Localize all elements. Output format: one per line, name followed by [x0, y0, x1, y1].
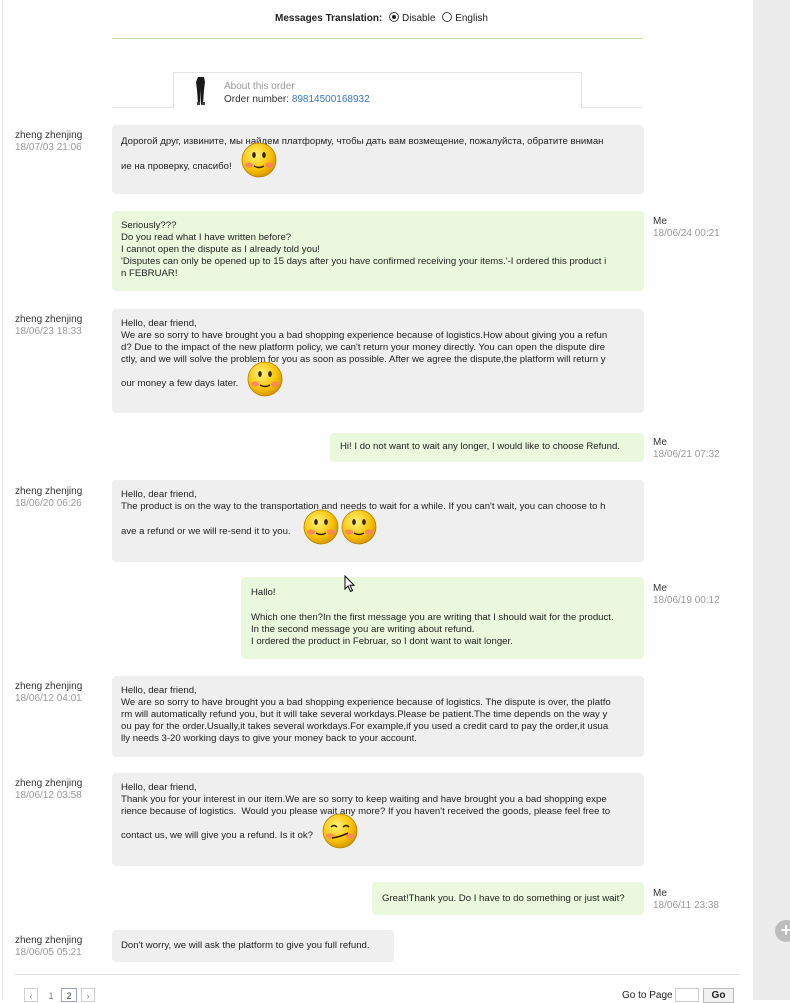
sender-name: Me — [653, 216, 667, 227]
message-timestamp: 18/07/03 21:06 — [15, 142, 82, 153]
message-text-line: Hello, dear friend, — [121, 782, 197, 793]
sender-name: zheng zhenjing — [15, 130, 83, 141]
message-text-line: lly needs 3-20 working days to give your… — [121, 733, 417, 744]
message-bubble-incoming: Hello, dear friend, We are so sorry to ha… — [112, 676, 644, 757]
message-sender-outgoing: Me 18/06/11 23:38 — [653, 888, 719, 912]
message-text-line: n FEBRUAR! — [121, 268, 178, 279]
option-disable-label[interactable]: Disable — [402, 13, 435, 24]
message-timestamp: 18/06/20 06:26 — [15, 498, 82, 509]
sender-name: zheng zhenjing — [15, 486, 83, 497]
smiley-emoji-icon — [322, 813, 358, 849]
message-timestamp: 18/06/11 23:38 — [653, 900, 719, 911]
message-text-line: Do you read what I have written before? — [121, 232, 292, 243]
message-timestamp: 18/06/23 18:33 — [15, 326, 82, 337]
smiley-emoji-icon — [247, 361, 283, 397]
message-text-line: Hallo! — [251, 587, 276, 598]
message-bubble-incoming: Hello, dear friend, We are so sorry to ha… — [112, 309, 644, 413]
message-bubble-outgoing: Hallo! Which one then?In the first messag… — [241, 577, 644, 659]
message-text-line: Seriously??? — [121, 220, 177, 231]
message-bubble-outgoing: Seriously??? Do you read what I have writ… — [112, 211, 644, 291]
message-timestamp: 18/06/12 04:01 — [15, 693, 82, 704]
message-text-line: I ordered the product in Februar, so I d… — [251, 636, 513, 647]
message-text-line: ие на проверку, спасибо! — [121, 161, 232, 172]
message-text-line: I cannot open the dispute as I already t… — [121, 244, 320, 255]
radio-disable[interactable] — [389, 12, 400, 22]
message-text-line: Hello, dear friend, — [121, 685, 197, 696]
message-text-line: rm will automatically refund you, but it… — [121, 709, 608, 720]
message-bubble-incoming: Don't worry, we will ask the platform to… — [112, 930, 394, 962]
message-bubble-outgoing: Great!Thank you. Do I have to do somethi… — [372, 882, 644, 915]
message-text-line: We are so sorry to have brought you a ba… — [121, 697, 611, 708]
order-number-link[interactable]: 89814500168932 — [292, 94, 370, 105]
message-sender-incoming: zheng zhenjing 18/06/23 18:33 — [15, 314, 82, 338]
message-text-line: We are so sorry to have brought you a ba… — [121, 330, 608, 341]
mouse-cursor-icon — [344, 575, 356, 593]
message-text-line: Thank you for your interest in our item.… — [121, 794, 607, 805]
message-text-line: Дорогой друг, извините, мы найдем платфо… — [121, 136, 604, 147]
sender-name: Me — [653, 888, 667, 899]
message-timestamp: 18/06/19 00:12 — [653, 595, 720, 606]
order-number-row: Order number: 89814500168932 — [224, 94, 370, 105]
message-text-line: Hello, dear friend, — [121, 318, 197, 329]
message-bubble-outgoing: Hi! I do not want to wait any longer, I … — [330, 433, 644, 462]
translation-label: Messages Translation: — [275, 13, 383, 24]
message-text-line: In the second message you are writing ab… — [251, 624, 475, 635]
message-sender-outgoing: Me 18/06/24 00:21 — [653, 216, 720, 240]
message-text-line: d? Due to the impact of the new platform… — [121, 342, 606, 353]
translation-divider — [112, 38, 643, 39]
order-number-label: Order number: — [224, 94, 290, 105]
message-bubble-incoming: Дорогой друг, извините, мы найдем платфо… — [112, 125, 644, 194]
go-button[interactable]: Go — [703, 988, 734, 1003]
message-text-line: our money a few days later. — [121, 378, 239, 389]
message-timestamp: 18/06/12 03:58 — [15, 790, 82, 801]
add-icon[interactable]: + — [775, 920, 790, 942]
message-timestamp: 18/06/21 07:32 — [653, 449, 720, 460]
option-english-label[interactable]: English — [455, 13, 488, 24]
goto-page-label: Go to Page — [622, 990, 673, 1001]
sender-name: zheng zhenjing — [15, 314, 83, 325]
message-timestamp: 18/06/24 00:21 — [653, 228, 720, 239]
message-bubble-incoming: Hello, dear friend, The product is on the… — [112, 480, 644, 562]
radio-english[interactable] — [442, 12, 453, 22]
message-sender-incoming: zheng zhenjing 18/06/20 06:26 — [15, 486, 82, 510]
order-about-label: About this order — [224, 81, 295, 92]
message-sender-incoming: zheng zhenjing 18/06/12 03:58 — [15, 778, 82, 802]
message-sender-incoming: zheng zhenjing 18/06/12 04:01 — [15, 681, 82, 705]
sender-name: zheng zhenjing — [15, 935, 83, 946]
sender-name: zheng zhenjing — [15, 778, 83, 789]
message-text-line: Hi! I do not want to wait any longer, I … — [340, 441, 620, 452]
message-text-line: Don't worry, we will ask the platform to… — [121, 940, 370, 951]
message-text-line: 'Disputes can only be opened up to 15 da… — [121, 256, 607, 267]
order-info-box: About this order Order number: 898145001… — [173, 72, 582, 108]
message-text-line: Hello, dear friend, — [121, 489, 197, 500]
message-text-line: ou pay for the order.Usually,it takes se… — [121, 721, 609, 732]
message-bubble-incoming: Hello, dear friend, Thank you for your in… — [112, 773, 644, 866]
message-text-line: ave a refund or we will re-send it to yo… — [121, 526, 291, 537]
message-sender-outgoing: Me 18/06/19 00:12 — [653, 583, 720, 607]
message-sender-incoming: zheng zhenjing 18/07/03 21:06 — [15, 130, 82, 154]
page-left-border — [2, 0, 3, 1000]
sender-name: Me — [653, 437, 667, 448]
product-thumbnail[interactable] — [194, 76, 208, 106]
sender-name: Me — [653, 583, 667, 594]
message-text-line: Which one then?In the first message you … — [251, 612, 614, 623]
message-text-line: ctly, and we will solve the problem for … — [121, 354, 606, 365]
sender-name: zheng zhenjing — [15, 681, 83, 692]
message-sender-outgoing: Me 18/06/21 07:32 — [653, 437, 720, 461]
translation-bar: Messages Translation: Disable English — [275, 12, 492, 24]
message-text-line: contact us, we will give you a refund. I… — [121, 830, 313, 841]
message-text-line: Great!Thank you. Do I have to do somethi… — [382, 893, 625, 904]
smiley-emoji-icon — [303, 509, 339, 545]
message-timestamp: 18/06/05 05:21 — [15, 947, 82, 958]
smiley-emoji-icon — [341, 509, 377, 545]
pagination-divider — [14, 974, 741, 975]
smiley-emoji-icon — [241, 142, 277, 178]
message-text-line: rience because of logistics. Would you p… — [121, 806, 611, 817]
message-sender-incoming: zheng zhenjing 18/06/05 05:21 — [15, 935, 82, 959]
right-gutter — [753, 0, 790, 1000]
